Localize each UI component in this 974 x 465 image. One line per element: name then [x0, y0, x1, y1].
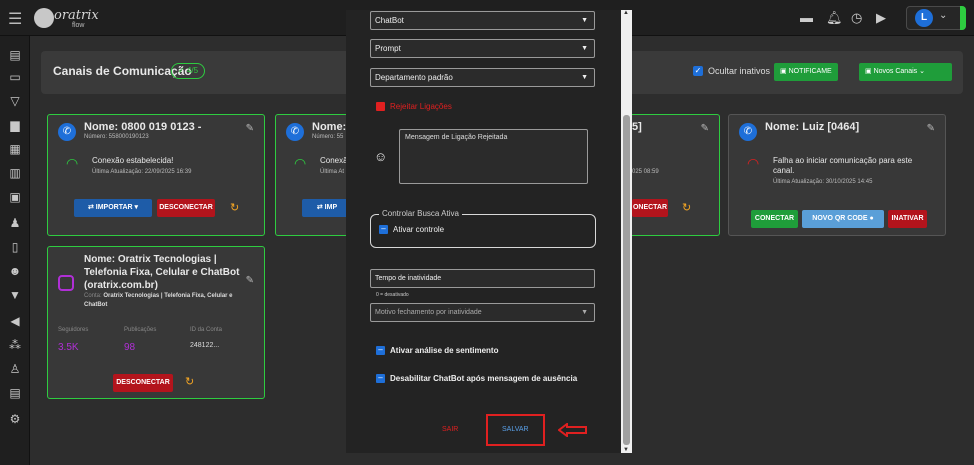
edit-icon[interactable]: ✎ — [246, 275, 254, 286]
edit-icon[interactable]: ✎ — [246, 123, 254, 134]
sentiment-checkbox[interactable]: – — [376, 346, 385, 355]
channel-card: ✆ Nome: 0800 019 0123 - Número: 55800019… — [47, 114, 265, 236]
new-channels-button[interactable]: ▣ Novos Canais ⌄ — [859, 63, 952, 81]
sidebar-filter-icon[interactable]: ▽ — [7, 94, 23, 108]
sidebar-funnel-icon[interactable]: ▼ — [7, 288, 23, 302]
sidebar-search-doc-icon[interactable]: ▣ — [7, 190, 23, 204]
disconnect-button[interactable]: DESCONECTAR — [113, 374, 173, 392]
channel-modal: ChatBot ▼ Prompt ▼ Departamento padrão ▼ Re… — [346, 10, 632, 453]
import-button[interactable]: ⇄ IMPORTAR ▾ — [74, 199, 152, 217]
refresh-icon[interactable]: ↻ — [230, 201, 239, 214]
save-button[interactable]: SALVAR — [502, 426, 529, 433]
sidebar-network-icon[interactable]: ⁂ — [7, 338, 23, 352]
disconnect-button[interactable]: DESCONECTAR — [157, 199, 215, 217]
sidebar-users-icon[interactable]: ♟ — [7, 216, 23, 230]
instagram-card: Nome: Oratrix Tecnologias | Telefonia Fi… — [47, 246, 265, 399]
chat-icon[interactable]: ▬ — [800, 10, 813, 25]
sidebar-chat-icon[interactable]: ▤ — [7, 48, 23, 62]
calendar-clock-icon[interactable]: ◷ — [851, 10, 862, 26]
active-search-fieldset: Controlar Busca Ativa – Ativar controle — [370, 209, 596, 248]
prompt-select[interactable]: Prompt ▼ — [370, 39, 595, 58]
close-reason-select[interactable]: Motivo fechamento por inatividade ▼ — [370, 303, 595, 322]
hide-inactive-label: Ocultar inativos — [708, 66, 771, 76]
chevron-down-icon: ⌄ — [939, 10, 948, 21]
inactivity-time-input[interactable]: Tempo de inatividade — [370, 269, 595, 288]
connect-button[interactable]: CONECTAR — [751, 210, 798, 228]
disable-chatbot-checkbox[interactable]: – — [376, 374, 385, 383]
sidebar-settings-icon[interactable]: ⚙ — [7, 412, 23, 426]
channel-card: ✆ Nome: Luiz [0464] ✎ ◠ Falha ao iniciar… — [728, 114, 946, 236]
wifi-icon: ◠ — [66, 155, 79, 171]
import-button[interactable]: ⇄ IMP — [302, 199, 352, 217]
instagram-icon — [58, 275, 74, 291]
wifi-off-icon: ◠ — [747, 155, 760, 171]
arrow-left-icon — [558, 423, 587, 437]
sidebar-contact-icon[interactable]: ▦ — [7, 142, 23, 156]
emoji-icon[interactable]: ☺ — [374, 149, 387, 164]
sidebar-keyboard-icon[interactable]: ▤ — [7, 386, 23, 400]
channel-card: 5] ✎ 025 08:59 ONECTAR ↻ — [632, 114, 720, 236]
video-icon[interactable]: ▶ — [876, 10, 886, 26]
hide-inactive-checkbox[interactable]: ✓ — [693, 66, 703, 76]
sidebar-phone-icon[interactable]: ▯ — [7, 240, 23, 254]
sidebar-user-search-icon[interactable]: ♙ — [7, 362, 23, 376]
sidebar-grid-icon[interactable]: ▥ — [7, 166, 23, 180]
notificame-button[interactable]: ▣ NOTIFICAME — [774, 63, 838, 81]
count-badge: ✓ 4/5 — [171, 63, 206, 79]
modal-scrollbar[interactable]: ▲ ▼ — [621, 10, 632, 453]
whatsapp-icon: ✆ — [739, 123, 757, 141]
sidebar-bot-icon[interactable]: ☻ — [7, 264, 23, 278]
refresh-icon[interactable]: ↻ — [185, 375, 194, 388]
sidebar: ▤ ▭ ▽ ▆ ▦ ▥ ▣ ♟ ▯ ☻ ▼ ◀ ⁂ ♙ ▤ ⚙ — [0, 36, 30, 465]
sidebar-briefcase-icon[interactable]: ▆ — [7, 118, 23, 132]
bell-icon[interactable]: 🔔︎ — [826, 10, 843, 26]
user-menu[interactable]: L ⌄ — [906, 6, 966, 30]
avatar: L — [915, 9, 933, 27]
brand-logo: oratrix flow — [34, 6, 99, 32]
wifi-icon: ◠ — [294, 155, 307, 171]
sidebar-megaphone-icon[interactable]: ◀ — [7, 314, 23, 328]
channel-card: ✆ Nome: Número: 55 ◠ Conexã Última At ⇄ … — [275, 114, 355, 236]
hamburger-menu-icon[interactable]: ☰ — [8, 9, 22, 29]
edit-icon[interactable]: ✎ — [927, 123, 935, 134]
whatsapp-icon: ✆ — [58, 123, 76, 141]
activate-control-checkbox[interactable]: – — [379, 225, 388, 234]
edit-icon[interactable]: ✎ — [701, 123, 709, 134]
exit-button[interactable]: SAIR — [442, 426, 458, 433]
reject-message-textarea[interactable]: Mensagem de Ligação Rejeitada — [399, 129, 588, 184]
sidebar-monitor-icon[interactable]: ▭ — [7, 70, 23, 84]
refresh-icon[interactable]: ↻ — [682, 201, 691, 214]
chatbot-select[interactable]: ChatBot ▼ — [370, 11, 595, 30]
whatsapp-icon: ✆ — [286, 123, 304, 141]
new-qr-code-button[interactable]: NOVO QR CODE ● — [802, 210, 884, 228]
reject-calls-checkbox[interactable] — [376, 102, 385, 111]
department-select[interactable]: Departamento padrão ▼ — [370, 68, 595, 87]
inactivate-button[interactable]: INATIVAR — [888, 210, 927, 228]
